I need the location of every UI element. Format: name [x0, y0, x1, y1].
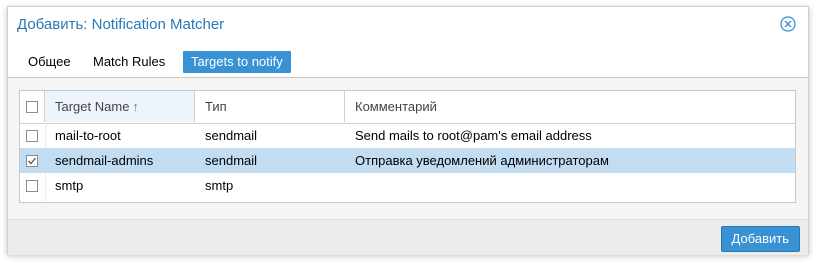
cell-target-name: mail-to-root — [55, 128, 121, 143]
cell-type: sendmail — [205, 128, 258, 143]
tab-match-rules[interactable]: Match Rules — [85, 51, 173, 73]
cell-comment: Send mails to root@pam's email address — [355, 128, 592, 143]
notification-matcher-dialog: Добавить: Notification Matcher Общее Mat… — [7, 6, 809, 255]
column-header-comment[interactable]: Комментарий — [345, 91, 795, 122]
targets-grid: Target Name ↑ Тип Комментарий mail-to-roo… — [19, 90, 796, 203]
row-checkbox[interactable] — [26, 180, 38, 192]
cell-comment — [345, 173, 355, 198]
column-header-type[interactable]: Тип — [195, 91, 345, 122]
dialog-header: Добавить: Notification Matcher — [8, 7, 808, 43]
row-checkbox[interactable] — [26, 130, 38, 142]
header-select-all — [20, 91, 45, 122]
column-label-type: Тип — [205, 99, 227, 114]
cell-type: sendmail — [205, 153, 258, 168]
cell-target-name: smtp — [55, 178, 84, 193]
tab-bar: Общее Match Rules Targets to notify — [8, 43, 808, 78]
cell-type: smtp — [205, 178, 234, 193]
add-button[interactable]: Добавить — [720, 226, 800, 252]
column-label-target-name: Target Name — [55, 99, 130, 114]
dialog-body: Общее Match Rules Targets to notify Targ… — [8, 43, 808, 219]
checkmark-icon — [28, 157, 37, 165]
row-checkbox-checked[interactable] — [26, 155, 38, 167]
close-icon[interactable] — [780, 16, 796, 32]
tab-targets-to-notify[interactable]: Targets to notify — [183, 51, 291, 73]
cell-comment: Отправка уведомлений администраторам — [355, 153, 609, 168]
sort-ascending-icon: ↑ — [132, 99, 139, 114]
grid-header: Target Name ↑ Тип Комментарий — [20, 91, 795, 124]
table-row[interactable]: sendmail-admins sendmail Отправка уведом… — [20, 148, 795, 173]
dialog-footer: Добавить — [8, 219, 808, 255]
table-row[interactable]: smtp smtp — [20, 173, 795, 198]
cell-target-name: sendmail-admins — [55, 153, 154, 168]
table-row[interactable]: mail-to-root sendmail Send mails to root… — [20, 123, 795, 148]
column-label-comment: Комментарий — [355, 99, 437, 114]
tab-general[interactable]: Общее — [20, 51, 79, 73]
dialog-title: Добавить: Notification Matcher — [17, 16, 225, 33]
column-header-target-name[interactable]: Target Name ↑ — [45, 91, 195, 122]
select-all-checkbox[interactable] — [26, 101, 38, 113]
